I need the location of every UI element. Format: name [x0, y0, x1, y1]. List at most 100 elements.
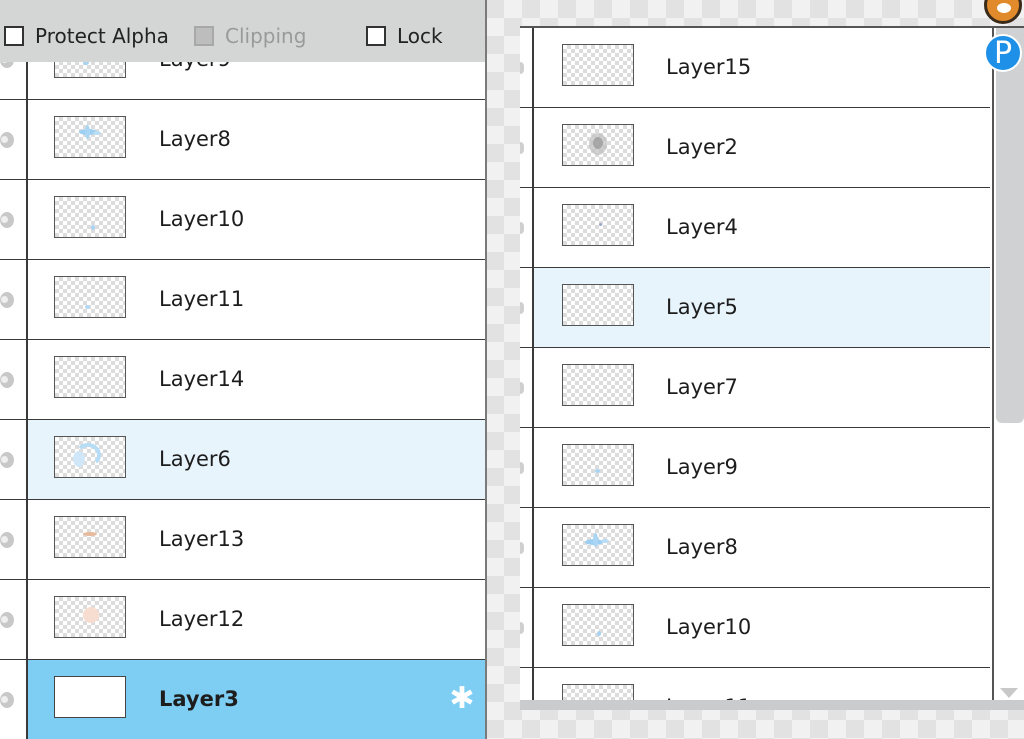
- layer-thumbnail: [562, 444, 634, 486]
- layer-thumbnail: [562, 364, 634, 406]
- visibility-dot-icon[interactable]: [520, 61, 524, 74]
- visibility-dot-icon[interactable]: [520, 301, 524, 314]
- visibility-dot-icon[interactable]: [520, 381, 524, 394]
- visibility-dot-icon[interactable]: [520, 541, 524, 554]
- layer-thumbnail: [562, 204, 634, 246]
- layer-options-toolbar: Protect Alpha Clipping Lock: [0, 0, 485, 62]
- layer-row-layer10[interactable]: Layer10: [520, 588, 990, 668]
- checkbox-icon: [194, 26, 214, 46]
- visibility-dot-icon[interactable]: [0, 531, 14, 548]
- layer-thumbnail: [562, 604, 634, 646]
- visibility-dot-icon[interactable]: [520, 141, 524, 154]
- layer-name: Layer11: [666, 668, 751, 702]
- layer-name: Layer5: [666, 295, 738, 319]
- layer-row-layer7[interactable]: Layer7: [520, 348, 990, 428]
- visibility-toggle[interactable]: [520, 428, 534, 507]
- layer-row-layer9[interactable]: Layer9: [520, 428, 990, 508]
- clipping-checkbox: Clipping: [194, 0, 306, 72]
- layer-name: Layer6: [159, 447, 231, 471]
- layer-row-layer5[interactable]: Layer5: [520, 268, 990, 348]
- layer-row-layer2[interactable]: Layer2: [520, 108, 990, 188]
- layer-name: Layer12: [159, 607, 245, 631]
- visibility-toggle[interactable]: [0, 500, 28, 579]
- avatar-face-icon: [997, 3, 1011, 13]
- visibility-dot-icon[interactable]: [0, 371, 14, 388]
- layer-thumbnail: [54, 436, 126, 478]
- layer-row-layer4[interactable]: Layer4: [520, 188, 990, 268]
- visibility-toggle[interactable]: [0, 100, 28, 179]
- visibility-toggle[interactable]: [520, 268, 534, 347]
- layer-name: Layer14: [159, 367, 245, 391]
- protect-alpha-checkbox[interactable]: Protect Alpha: [4, 0, 169, 72]
- layer-thumbnail: [562, 124, 634, 166]
- layer-name: Layer10: [666, 615, 752, 639]
- right-layer-panel: Layer15 Layer2 Layer4 Layer5 Layer7 Laye…: [520, 26, 1024, 702]
- visibility-toggle[interactable]: [520, 188, 534, 267]
- layer-row-layer8[interactable]: Layer8: [0, 100, 485, 180]
- visibility-dot-icon[interactable]: [520, 621, 524, 634]
- layer-thumbnail: [562, 44, 634, 86]
- visibility-toggle[interactable]: [0, 660, 28, 739]
- visibility-toggle[interactable]: [520, 588, 534, 667]
- layer-thumbnail: [54, 196, 126, 238]
- layer-name: Layer8: [159, 127, 231, 151]
- visibility-toggle[interactable]: [520, 508, 534, 587]
- visibility-toggle[interactable]: [0, 180, 28, 259]
- scroll-down-arrow-icon[interactable]: [1000, 688, 1018, 698]
- visibility-dot-icon[interactable]: [0, 131, 14, 148]
- layer-row-layer11[interactable]: Layer11: [520, 668, 990, 702]
- visibility-toggle[interactable]: [0, 340, 28, 419]
- visibility-dot-icon[interactable]: [0, 611, 14, 628]
- visibility-toggle[interactable]: [520, 28, 534, 107]
- left-layer-panel: Layer9 Layer8 Layer10 Layer11: [0, 0, 487, 739]
- layer-row-layer8[interactable]: Layer8: [520, 508, 990, 588]
- visibility-dot-icon[interactable]: [0, 291, 14, 308]
- visibility-dot-icon[interactable]: [0, 211, 14, 228]
- checkbox-icon[interactable]: [4, 26, 24, 46]
- visibility-toggle[interactable]: [520, 668, 534, 702]
- layer-thumbnail: [562, 524, 634, 566]
- visibility-toggle[interactable]: [520, 348, 534, 427]
- layer-thumbnail: [562, 284, 634, 326]
- layer-name: Layer8: [666, 535, 738, 559]
- visibility-dot-icon[interactable]: [0, 451, 14, 468]
- layer-name: Layer7: [666, 375, 738, 399]
- p-badge-icon[interactable]: P: [984, 34, 1022, 72]
- avatar[interactable]: [984, 0, 1022, 24]
- lock-label: Lock: [397, 24, 443, 48]
- layer-name: Layer13: [159, 527, 245, 551]
- layer-row-layer11[interactable]: Layer11: [0, 260, 485, 340]
- visibility-dot-icon[interactable]: [520, 221, 524, 234]
- layer-row-layer13[interactable]: Layer13: [0, 500, 485, 580]
- visibility-dot-icon[interactable]: [0, 691, 14, 708]
- layer-thumbnail: [54, 356, 126, 398]
- right-layer-list: Layer15 Layer2 Layer4 Layer5 Layer7 Laye…: [520, 28, 990, 702]
- vertical-scrollbar[interactable]: [992, 28, 1024, 702]
- layer-thumbnail: [54, 276, 126, 318]
- visibility-dot-icon[interactable]: [520, 461, 524, 474]
- clipping-label: Clipping: [225, 24, 307, 48]
- left-layer-list: Layer9 Layer8 Layer10 Layer11: [0, 20, 485, 739]
- layer-row-layer10[interactable]: Layer10: [0, 180, 485, 260]
- scrollbar-thumb[interactable]: [996, 28, 1024, 423]
- layer-thumbnail: [54, 596, 126, 638]
- layer-row-layer3[interactable]: Layer3 ✱: [0, 660, 485, 739]
- checkbox-icon[interactable]: [366, 26, 386, 46]
- visibility-toggle[interactable]: [0, 260, 28, 339]
- horizontal-scrollbar[interactable]: [520, 700, 1024, 710]
- layer-name: Layer15: [666, 55, 752, 79]
- visibility-toggle[interactable]: [0, 580, 28, 659]
- layer-row-layer12[interactable]: Layer12: [0, 580, 485, 660]
- visibility-toggle[interactable]: [0, 420, 28, 499]
- layer-thumbnail: [54, 116, 126, 158]
- layer-name: Layer9: [666, 455, 738, 479]
- visibility-toggle[interactable]: [520, 108, 534, 187]
- gear-icon[interactable]: ✱: [447, 684, 477, 714]
- lock-checkbox[interactable]: Lock: [366, 0, 443, 72]
- layer-row-layer15[interactable]: Layer15: [520, 28, 990, 108]
- layer-row-layer6[interactable]: Layer6: [0, 420, 485, 500]
- layer-row-layer14[interactable]: Layer14: [0, 340, 485, 420]
- layer-name: Layer10: [159, 207, 245, 231]
- layer-name: Layer3: [159, 687, 239, 711]
- layer-name: Layer2: [666, 135, 738, 159]
